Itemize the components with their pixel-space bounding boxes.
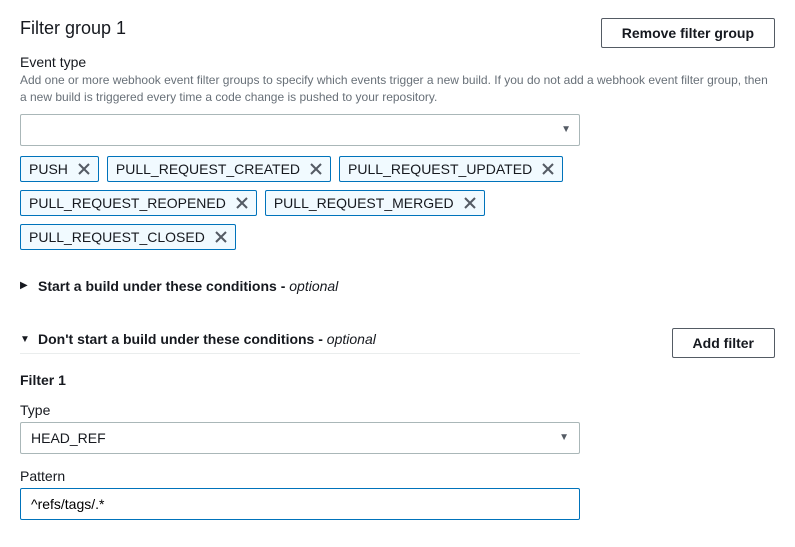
triangle-down-icon: ▼ [20,334,30,345]
tag-push: PUSH [20,156,99,182]
add-filter-button[interactable]: Add filter [672,328,775,358]
event-type-select[interactable]: ▼ [20,114,580,146]
tag-pr-updated: PULL_REQUEST_UPDATED [339,156,563,182]
optional-label: optional [289,278,338,294]
remove-tag-icon[interactable] [310,163,322,175]
tag-label: PULL_REQUEST_CREATED [116,161,300,177]
filter-type-value: HEAD_REF [31,430,106,446]
tag-label: PULL_REQUEST_MERGED [274,195,454,211]
tag-label: PULL_REQUEST_UPDATED [348,161,532,177]
tag-pr-created: PULL_REQUEST_CREATED [107,156,331,182]
tag-label: PULL_REQUEST_CLOSED [29,229,205,245]
optional-label: optional [327,331,376,347]
event-type-tags: PUSH PULL_REQUEST_CREATED PULL_REQUEST_U… [20,156,580,250]
filter-pattern-input[interactable] [20,488,580,520]
filter-group-title: Filter group 1 [20,18,126,39]
event-type-help: Add one or more webhook event filter gro… [20,72,775,106]
tag-label: PULL_REQUEST_REOPENED [29,195,226,211]
remove-filter-group-button[interactable]: Remove filter group [601,18,775,48]
dont-start-conditions-expander[interactable]: ▼ Don't start a build under these condit… [20,331,580,354]
event-type-label: Event type [20,54,775,70]
triangle-right-icon: ▶ [20,280,30,291]
filter-pattern-label: Pattern [20,468,775,484]
remove-tag-icon[interactable] [464,197,476,209]
filter-type-label: Type [20,402,775,418]
dont-start-conditions-title: Don't start a build under these conditio… [38,331,323,347]
remove-tag-icon[interactable] [236,197,248,209]
start-conditions-expander[interactable]: ▶ Start a build under these conditions -… [20,278,580,300]
tag-pr-reopened: PULL_REQUEST_REOPENED [20,190,257,216]
remove-tag-icon[interactable] [78,163,90,175]
filter-name: Filter 1 [20,372,775,388]
filter-type-select[interactable]: HEAD_REF ▼ [20,422,580,454]
remove-tag-icon[interactable] [542,163,554,175]
tag-pr-merged: PULL_REQUEST_MERGED [265,190,485,216]
caret-down-icon: ▼ [561,124,571,135]
tag-label: PUSH [29,161,68,177]
remove-tag-icon[interactable] [215,231,227,243]
tag-pr-closed: PULL_REQUEST_CLOSED [20,224,236,250]
caret-down-icon: ▼ [559,432,569,443]
start-conditions-title: Start a build under these conditions - [38,278,285,294]
